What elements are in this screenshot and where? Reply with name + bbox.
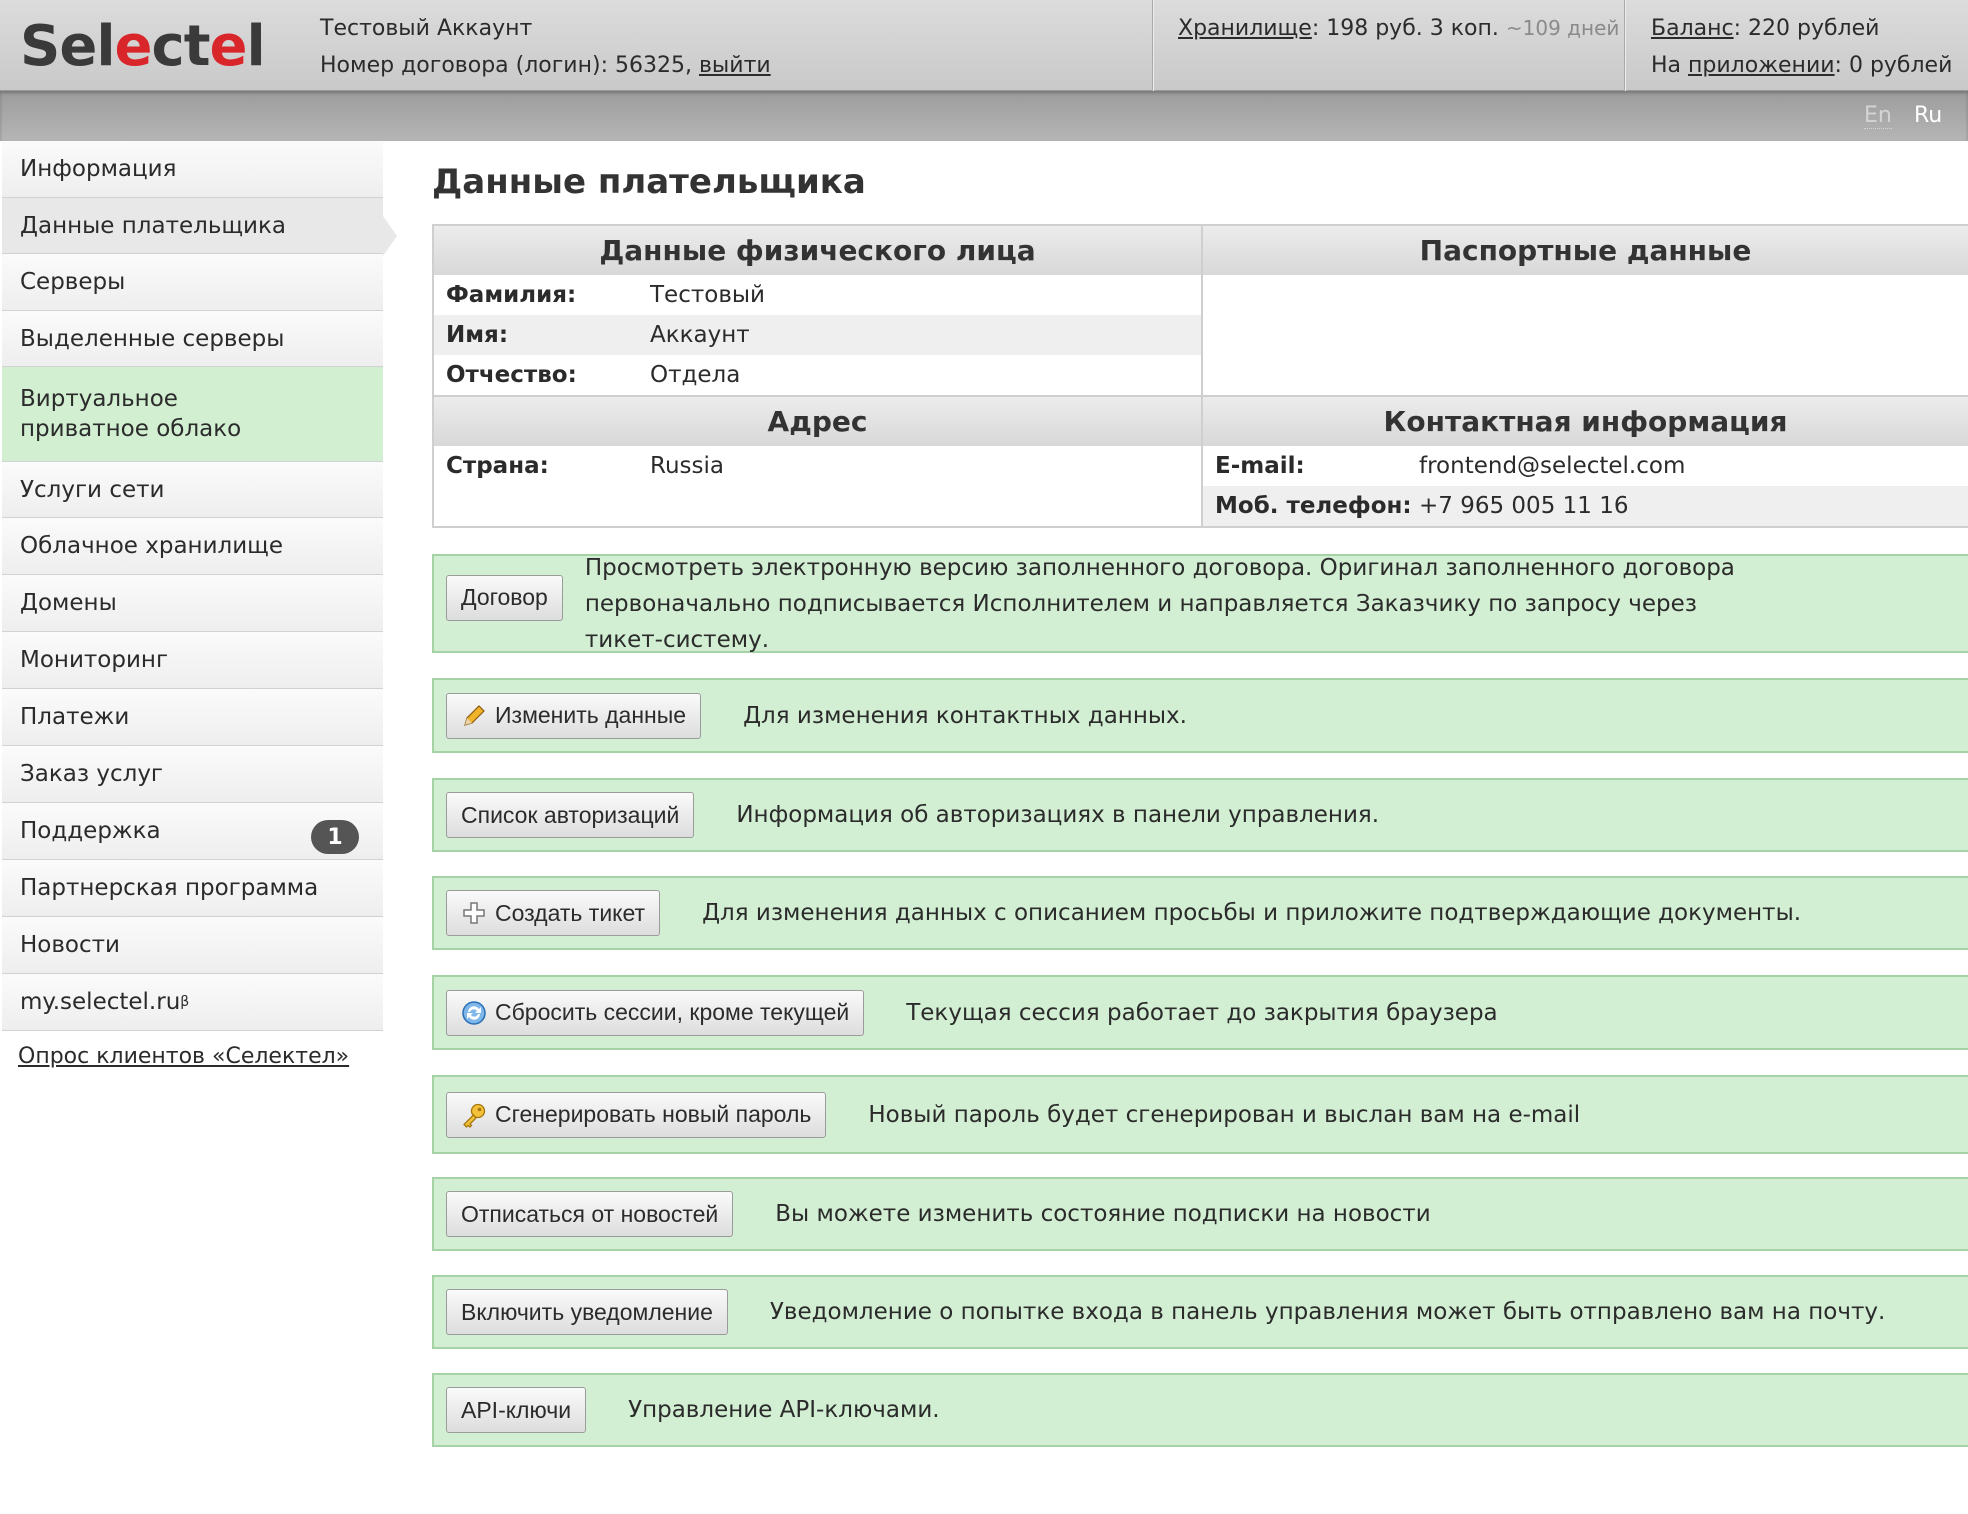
data-row: Отчество: Отдела <box>446 362 741 388</box>
action-description: Текущая сессия работает до закрытия брау… <box>906 999 1498 1026</box>
sidebar-item-my-selectel[interactable]: my.selectel.ru β <box>2 974 383 1031</box>
edit-data-button[interactable]: Изменить данные <box>446 692 702 739</box>
contract-number: Номер договора (логин): 56325, <box>320 53 692 78</box>
header-divider <box>1624 0 1626 91</box>
sidebar-item-order-services[interactable]: Заказ услуг <box>2 746 383 803</box>
key-icon <box>463 1103 486 1128</box>
page-title: Данные плательщика <box>432 162 866 202</box>
top-header: Selectel Тестовый Аккаунт Номер договора… <box>0 0 1968 91</box>
app-balance-link[interactable]: приложении <box>1688 53 1835 78</box>
pencil-icon <box>464 704 485 726</box>
sidebar-item-monitoring[interactable]: Мониторинг <box>2 632 383 689</box>
account-name: Тестовый Аккаунт <box>320 16 533 41</box>
sidebar-nav: Информация Данные плательщика Серверы Вы… <box>2 141 397 1031</box>
action-description: Для изменения контактных данных. <box>743 702 1187 729</box>
unsubscribe-news-button[interactable]: Отписаться от новостей <box>446 1191 734 1237</box>
section-heading: Данные физического лица <box>434 226 1201 275</box>
section-heading: Паспортные данные <box>1203 226 1968 275</box>
payer-data-grid: Данные физического лица Фамилия: Тестовый… <box>432 224 1968 528</box>
action-unsubscribe-news: Отписаться от новостей Вы можете изменит… <box>432 1177 1968 1251</box>
balance-value: : 220 рублей <box>1733 16 1880 41</box>
sidebar-item-network-services[interactable]: Услуги сети <box>2 462 383 518</box>
api-keys-button[interactable]: API-ключи <box>446 1387 587 1433</box>
personal-data-section: Данные физического лица Фамилия: Тестовый… <box>434 226 1201 395</box>
sidebar-item-cloud-storage[interactable]: Облачное хранилище <box>2 518 383 575</box>
action-description: Для изменения данных с описанием просьбы… <box>702 900 1802 926</box>
app-balance-value: : 0 рублей <box>1834 53 1953 78</box>
action-description: Просмотреть электронную версию заполненн… <box>584 554 1735 653</box>
action-create-ticket: Создать тикет Для изменения данных с опи… <box>432 876 1968 950</box>
passport-data-section: Паспортные данные <box>1201 226 1968 395</box>
refresh-icon <box>462 1000 486 1025</box>
action-description: Уведомление о попытке входа в панель упр… <box>769 1299 1886 1325</box>
action-auth-list: Список авторизаций Информация об авториз… <box>432 778 1968 852</box>
storage-days: ~109 дней <box>1505 16 1620 40</box>
header-divider <box>1152 0 1154 91</box>
action-new-password: Сгенерировать новый пароль Новый пароль … <box>432 1075 1968 1154</box>
lang-ru-link[interactable]: Ru <box>1914 103 1942 128</box>
auth-list-button[interactable]: Список авторизаций <box>446 792 695 838</box>
enable-notification-button[interactable]: Включить уведомление <box>446 1289 728 1335</box>
storage-info: Хранилище: 198 руб. 3 коп. ~109 дней <box>1178 10 1619 47</box>
customer-survey-link[interactable]: Опрос клиентов «Селектел» <box>18 1044 349 1069</box>
create-ticket-button[interactable]: Создать тикет <box>446 890 661 936</box>
storage-value: : 198 руб. 3 коп. <box>1311 16 1499 41</box>
support-count-badge: 1 <box>311 820 359 854</box>
beta-mark: β <box>180 994 190 1010</box>
account-info: Тестовый Аккаунт Номер договора (логин):… <box>320 10 771 84</box>
contract-button[interactable]: Договор <box>446 574 563 621</box>
sidebar-item-partner-program[interactable]: Партнерская программа <box>2 860 383 917</box>
data-row: E-mail: frontend@selectel.com <box>1215 453 1686 479</box>
sidebar-item-servers[interactable]: Серверы <box>2 254 383 311</box>
data-row: Имя: Аккаунт <box>434 315 1201 355</box>
sidebar-item-vpc[interactable]: Виртуальное приватное облако <box>2 367 383 462</box>
plus-icon <box>463 902 485 924</box>
language-bar: En Ru <box>0 91 1968 141</box>
logout-link[interactable]: выйти <box>699 53 771 78</box>
reset-sessions-button[interactable]: Сбросить сессии, кроме текущей <box>446 989 865 1036</box>
app-prefix: На <box>1651 53 1682 78</box>
sidebar-item-payer-data[interactable]: Данные плательщика <box>2 198 397 256</box>
action-description: Информация об авторизациях в панели упра… <box>736 802 1380 828</box>
action-reset-sessions: Сбросить сессии, кроме текущей Текущая с… <box>432 975 1968 1050</box>
action-api-keys: API-ключи Управление API-ключами. <box>432 1373 1968 1447</box>
section-heading: Адрес <box>434 397 1201 446</box>
actions-list: Договор Просмотреть электронную версию з… <box>432 554 1968 1447</box>
sidebar-item-payments[interactable]: Платежи <box>2 689 383 746</box>
balance-link[interactable]: Баланс <box>1651 16 1734 41</box>
action-edit-data: Изменить данные Для изменения контактных… <box>432 678 1968 753</box>
contact-info-section: Контактная информация E-mail: frontend@se… <box>1201 397 1968 526</box>
sidebar-item-dedicated-servers[interactable]: Выделенные серверы <box>2 311 383 367</box>
data-row: Страна: Russia <box>446 453 724 479</box>
data-row: Моб. телефон: +7 965 005 11 16 <box>1203 486 1968 526</box>
sidebar-item-news[interactable]: Новости <box>2 917 383 974</box>
action-description: Новый пароль будет сгенерирован и выслан… <box>868 1101 1581 1128</box>
lang-en-link[interactable]: En <box>1864 103 1892 129</box>
generate-password-button[interactable]: Сгенерировать новый пароль <box>446 1091 827 1138</box>
data-row: Фамилия: Тестовый <box>446 282 765 308</box>
action-contract: Договор Просмотреть электронную версию з… <box>432 554 1968 653</box>
action-enable-notification: Включить уведомление Уведомление о попыт… <box>432 1275 1968 1349</box>
address-section: Адрес Страна: Russia <box>434 397 1201 526</box>
storage-link[interactable]: Хранилище <box>1178 16 1312 41</box>
sidebar-item-info[interactable]: Информация <box>2 141 383 198</box>
sidebar-item-domains[interactable]: Домены <box>2 575 383 632</box>
action-description: Управление API-ключами. <box>628 1397 940 1423</box>
selectel-logo[interactable]: Selectel <box>20 14 266 80</box>
sidebar-item-support[interactable]: Поддержка 1 <box>2 803 383 860</box>
balance-info: Баланс: 220 рублей На приложении: 0 рубл… <box>1651 10 1952 84</box>
action-description: Вы можете изменить состояние подписки на… <box>775 1201 1431 1227</box>
section-heading: Контактная информация <box>1203 397 1968 446</box>
